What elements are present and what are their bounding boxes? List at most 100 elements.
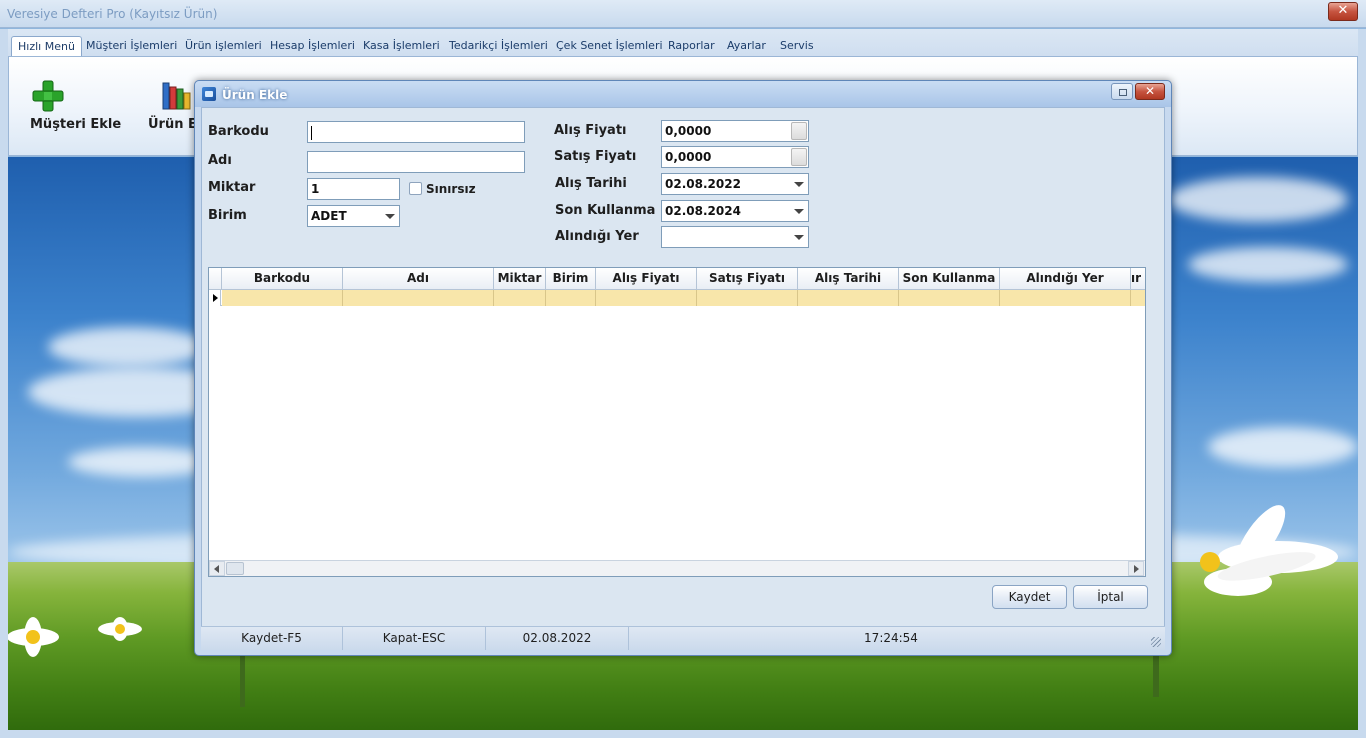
unit-value: ADET <box>311 209 347 223</box>
spin-button-icon[interactable] <box>791 122 807 140</box>
scroll-left-button[interactable] <box>209 561 225 576</box>
dialog-title: Ürün Ekle <box>222 88 288 102</box>
horizontal-scrollbar[interactable] <box>209 560 1145 576</box>
unit-label: Birim <box>208 208 247 223</box>
table-cell[interactable] <box>1131 290 1145 306</box>
column-header-buy-date[interactable]: Alış Tarihi <box>798 268 899 290</box>
status-close-hint: Kapat-ESC <box>343 627 486 650</box>
column-header-barcode[interactable]: Barkodu <box>222 268 343 290</box>
app-close-button[interactable]: ✕ <box>1328 2 1358 21</box>
table-cell[interactable] <box>494 290 546 306</box>
status-bar: Kaydet-F5 Kapat-ESC 02.08.2022 17:24:54 <box>201 626 1165 650</box>
column-header-truncated[interactable]: ır <box>1131 268 1145 290</box>
table-cell[interactable] <box>596 290 697 306</box>
tab-musteri-islemleri[interactable]: Müşteri İşlemleri <box>80 36 183 57</box>
arrow-right-icon <box>1134 565 1139 573</box>
books-icon <box>162 82 191 110</box>
table-cell[interactable] <box>546 290 596 306</box>
table-cell[interactable] <box>697 290 798 306</box>
table-cell[interactable] <box>222 290 343 306</box>
tab-cek-senet-islemleri[interactable]: Çek Senet İşlemleri <box>550 36 669 57</box>
table-row[interactable] <box>209 290 1145 306</box>
unlimited-checkbox[interactable] <box>409 182 422 195</box>
column-header-expiry[interactable]: Son Kullanma <box>899 268 1000 290</box>
tab-raporlar[interactable]: Raporlar <box>662 36 721 57</box>
book-icon <box>202 87 216 101</box>
app-title: Veresiye Defteri Pro (Kayıtsız Ürün) <box>7 7 218 21</box>
column-header-sell-price[interactable]: Satış Fiyatı <box>697 268 798 290</box>
window-frame-bottom <box>0 730 1366 738</box>
tab-ayarlar[interactable]: Ayarlar <box>721 36 772 57</box>
scroll-thumb[interactable] <box>226 562 244 575</box>
name-input[interactable] <box>307 151 525 173</box>
expiry-label: Son Kullanma <box>555 203 656 218</box>
table-cell[interactable] <box>899 290 1000 306</box>
menu-bar: Hızlı Menü Müşteri İşlemleri Ürün işleml… <box>8 29 1358 57</box>
tab-kasa-islemleri[interactable]: Kasa İşlemleri <box>357 36 446 57</box>
unit-select[interactable]: ADET <box>307 205 400 227</box>
tab-tedarikci-islemleri[interactable]: Tedarikçi İşlemleri <box>443 36 554 57</box>
add-customer-label: Müşteri Ekle <box>30 117 122 132</box>
resize-grip-icon[interactable] <box>1151 637 1161 647</box>
scroll-right-button[interactable] <box>1128 561 1144 576</box>
dropdown-arrow-icon <box>794 209 804 214</box>
dialog-close-button[interactable]: ✕ <box>1135 83 1165 100</box>
status-save-hint: Kaydet-F5 <box>201 627 343 650</box>
table-cell[interactable] <box>798 290 899 306</box>
main-titlebar: Veresiye Defteri Pro (Kayıtsız Ürün) ✕ <box>0 0 1366 28</box>
buy-price-label: Alış Fiyatı <box>554 123 627 138</box>
column-header-name[interactable]: Adı <box>343 268 494 290</box>
add-product-button[interactable]: Ürün E <box>148 79 197 132</box>
table-cell[interactable] <box>343 290 494 306</box>
barcode-label: Barkodu <box>208 124 269 139</box>
window-frame-left <box>0 29 8 730</box>
dialog-maximize-button[interactable] <box>1111 83 1133 100</box>
buy-date-picker[interactable]: 02.08.2022 <box>661 173 809 195</box>
sell-price-input[interactable]: 0,0000 <box>661 146 809 168</box>
save-button[interactable]: Kaydet <box>992 585 1067 609</box>
buy-price-value: 0,0000 <box>665 124 712 138</box>
grid-header-indicator <box>209 268 222 290</box>
dropdown-arrow-icon <box>794 182 804 187</box>
unlimited-label: Sınırsız <box>426 182 476 196</box>
barcode-input[interactable] <box>307 121 525 143</box>
quantity-label: Miktar <box>208 180 256 195</box>
quantity-value: 1 <box>311 182 320 196</box>
status-time: 17:24:54 <box>864 631 918 645</box>
text-caret <box>311 125 312 140</box>
add-product-label: Ürün E <box>148 117 197 132</box>
expiry-value: 02.08.2024 <box>665 204 741 218</box>
tab-hizli-menu[interactable]: Hızlı Menü <box>11 36 82 57</box>
column-header-unit[interactable]: Birim <box>546 268 596 290</box>
dialog-titlebar: Ürün Ekle ✕ <box>195 81 1171 107</box>
quantity-input[interactable]: 1 <box>307 178 400 200</box>
spin-button-icon[interactable] <box>791 148 807 166</box>
source-label: Alındığı Yer <box>555 229 639 244</box>
status-date: 02.08.2022 <box>486 627 629 650</box>
add-customer-button[interactable]: Müşteri Ekle <box>30 79 121 132</box>
sell-price-label: Satış Fiyatı <box>554 149 637 164</box>
dropdown-arrow-icon <box>794 235 804 240</box>
plus-icon <box>32 80 64 112</box>
column-header-quantity[interactable]: Miktar <box>494 268 546 290</box>
cancel-button[interactable]: İptal <box>1073 585 1148 609</box>
table-cell[interactable] <box>1000 290 1131 306</box>
tab-servis[interactable]: Servis <box>774 36 820 57</box>
buy-date-label: Alış Tarihi <box>555 176 627 191</box>
name-label: Adı <box>208 153 232 168</box>
expiry-date-picker[interactable]: 02.08.2024 <box>661 200 809 222</box>
source-select[interactable] <box>661 226 809 248</box>
buy-price-input[interactable]: 0,0000 <box>661 120 809 142</box>
sell-price-value: 0,0000 <box>665 150 712 164</box>
tab-hesap-islemleri[interactable]: Hesap İşlemleri <box>264 36 361 57</box>
product-grid[interactable]: Barkodu Adı Miktar Birim Alış Fiyatı Sat… <box>208 267 1146 577</box>
grid-header: Barkodu Adı Miktar Birim Alış Fiyatı Sat… <box>209 268 1145 290</box>
column-header-buy-price[interactable]: Alış Fiyatı <box>596 268 697 290</box>
row-pointer-icon <box>209 290 221 306</box>
arrow-left-icon <box>214 565 219 573</box>
buy-date-value: 02.08.2022 <box>665 177 741 191</box>
dropdown-arrow-icon <box>385 214 395 219</box>
window-frame-right <box>1358 29 1366 730</box>
tab-urun-islemleri[interactable]: Ürün işlemleri <box>179 36 268 57</box>
column-header-source[interactable]: Alındığı Yer <box>1000 268 1131 290</box>
